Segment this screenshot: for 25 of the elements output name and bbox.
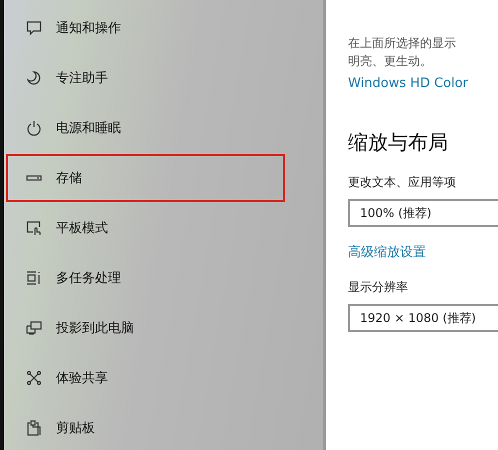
section-title: 缩放与布局 <box>348 129 449 156</box>
sidebar-item[interactable]: 电源和睡眠 <box>6 104 285 152</box>
sidebar-item[interactable]: 通知和操作 <box>6 4 285 52</box>
clipboard-icon <box>26 420 42 436</box>
sidebar-item[interactable]: 体验共享 <box>6 354 285 402</box>
scale-label: 更改文本、应用等项 <box>348 174 457 191</box>
notification-icon <box>26 20 42 36</box>
moon-icon <box>26 70 42 86</box>
advanced-scaling-link[interactable]: 高级缩放设置 <box>348 243 426 261</box>
resolution-label: 显示分辨率 <box>348 279 409 296</box>
project-icon <box>26 320 42 336</box>
hd-color-link[interactable]: Windows HD Color <box>348 76 468 91</box>
sidebar-item[interactable]: 剪贴板 <box>6 404 285 450</box>
sidebar-item[interactable]: 多任务处理 <box>6 254 285 302</box>
power-icon <box>26 120 42 136</box>
scale-dropdown[interactable]: 100% (推荐) <box>348 199 498 227</box>
description-text: 在上面所选择的显示 明亮、更生动。 <box>348 35 457 70</box>
sidebar-item[interactable]: 存储 <box>6 154 285 202</box>
resolution-dropdown[interactable]: 1920 × 1080 (推荐) <box>348 304 498 332</box>
tablet-icon <box>26 220 42 236</box>
share-icon <box>26 370 42 386</box>
multitask-icon <box>26 270 42 286</box>
sidebar-item[interactable]: 专注助手 <box>6 54 285 102</box>
sidebar-item[interactable]: 投影到此电脑 <box>6 304 285 352</box>
sidebar-item[interactable]: 平板模式 <box>6 204 285 252</box>
